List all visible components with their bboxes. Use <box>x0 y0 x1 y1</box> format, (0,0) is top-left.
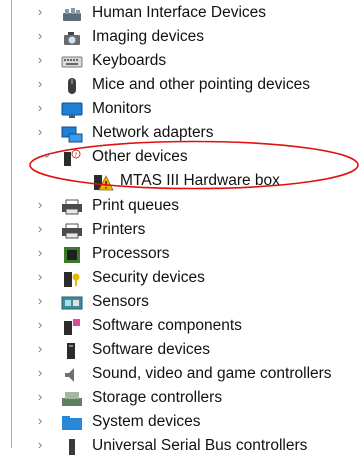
chevron-right-icon[interactable]: › <box>35 29 45 43</box>
chevron-right-icon[interactable]: › <box>35 294 45 308</box>
tree-item-label: Human Interface Devices <box>92 4 267 21</box>
keyboard-icon <box>61 56 83 68</box>
speaker-icon <box>65 368 74 382</box>
tree-item-mice-and-other-pointing-devices[interactable]: › Mice and other pointing devices <box>0 74 361 97</box>
tree-item-storage-controllers[interactable]: › Storage controllers <box>0 387 361 410</box>
chevron-right-icon[interactable]: › <box>35 101 45 115</box>
tree-item-label: Software devices <box>92 341 211 358</box>
chevron-right-icon[interactable]: › <box>35 53 45 67</box>
chevron-right-icon[interactable]: › <box>35 318 45 332</box>
tree-item-human-interface-devices[interactable]: › Human Interface Devices <box>0 2 361 25</box>
tree-item-label: Monitors <box>92 100 152 117</box>
tree-item-label: Storage controllers <box>92 389 223 406</box>
security-key-icon <box>64 272 80 287</box>
tree-item-security-devices[interactable]: › Security devices <box>0 267 361 290</box>
tree-item-software-components[interactable]: › Software components <box>0 315 361 338</box>
tree-item-label: Sound, video and game controllers <box>92 365 332 382</box>
camera-icon <box>64 32 80 45</box>
chevron-right-icon[interactable]: › <box>35 77 45 91</box>
chevron-right-icon[interactable]: › <box>35 390 45 404</box>
chevron-right-icon[interactable]: › <box>35 198 45 212</box>
chevron-right-icon[interactable]: › <box>35 5 45 19</box>
processor-icon <box>64 247 80 263</box>
tree-item-label: Printers <box>92 221 146 238</box>
tree-item-label: Imaging devices <box>92 28 205 45</box>
tree-item-imaging-devices[interactable]: › Imaging devices <box>0 26 361 49</box>
tree-item-label: Mice and other pointing devices <box>92 76 310 93</box>
tree-item-label: Security devices <box>92 269 205 286</box>
chevron-right-icon[interactable]: › <box>35 125 45 139</box>
puzzle-icon <box>64 319 80 335</box>
folder-icon <box>62 416 82 430</box>
tree-item-system-devices[interactable]: › System devices <box>0 411 361 434</box>
mouse-icon <box>68 78 76 94</box>
tree-item-label: Keyboards <box>92 52 167 69</box>
tree-item-sound-video-and-game-controllers[interactable]: › Sound, video and game controllers <box>0 363 361 386</box>
chevron-right-icon[interactable]: › <box>35 246 45 260</box>
tree-item-label: Software components <box>92 317 242 334</box>
tree-item-label: Universal Serial Bus controllers <box>92 437 308 454</box>
software-device-icon <box>67 343 75 359</box>
chevron-right-icon[interactable]: › <box>35 414 45 428</box>
tree-item-software-devices[interactable]: › Software devices <box>0 339 361 362</box>
tree-item-keyboards[interactable]: › Keyboards <box>0 50 361 73</box>
printer-icon <box>62 223 82 239</box>
tree-item-label: System devices <box>92 413 201 430</box>
chevron-right-icon[interactable]: › <box>35 270 45 284</box>
tree-item-printers[interactable]: › Printers <box>0 219 361 242</box>
hid-icon <box>63 8 81 21</box>
tree-item-sensors[interactable]: › Sensors <box>0 291 361 314</box>
chevron-right-icon[interactable]: › <box>35 342 45 356</box>
chevron-right-icon[interactable]: › <box>35 366 45 380</box>
tree-item-label: Sensors <box>92 293 149 310</box>
tree-item-universal-serial-bus-controllers[interactable]: › Universal Serial Bus controllers <box>0 435 361 458</box>
chevron-right-icon[interactable]: › <box>35 438 45 452</box>
tree-item-label: Processors <box>92 245 170 262</box>
tree-item-print-queues[interactable]: › Print queues <box>0 195 361 218</box>
annotation-ellipse <box>29 140 359 190</box>
tree-item-label: Print queues <box>92 197 180 214</box>
usb-icon <box>69 439 75 455</box>
storage-controller-icon <box>62 392 82 406</box>
tree-item-monitors[interactable]: › Monitors <box>0 98 361 121</box>
chevron-right-icon[interactable]: › <box>35 222 45 236</box>
tree-item-processors[interactable]: › Processors <box>0 243 361 266</box>
printer-icon <box>62 199 82 215</box>
monitor-icon <box>61 102 83 118</box>
sensor-icon <box>61 296 83 310</box>
